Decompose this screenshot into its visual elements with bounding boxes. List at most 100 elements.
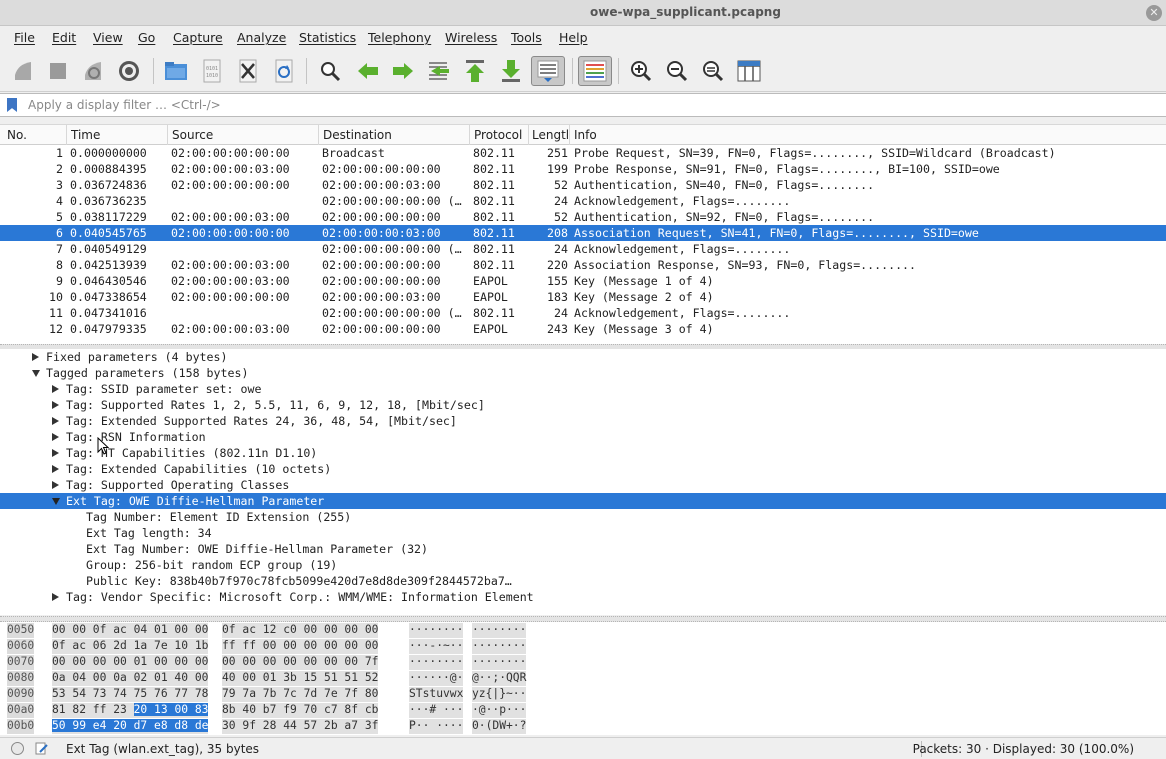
detail-tree-item[interactable]: Tag: HT Capabilities (802.11n D1.10) bbox=[0, 445, 1166, 461]
bytes-offset[interactable]: 0050 bbox=[7, 623, 35, 638]
go-to-first-packet-icon[interactable] bbox=[460, 56, 490, 86]
menu-edit[interactable]: Edit bbox=[52, 30, 76, 45]
detail-tree-item[interactable]: Tagged parameters (158 bytes) bbox=[0, 365, 1166, 381]
normal-size-icon[interactable] bbox=[698, 56, 728, 86]
packet-row[interactable]: 3 0.036724836 02:00:00:00:00:00 02:00:00:00… bbox=[0, 177, 1166, 193]
menu-view[interactable]: View bbox=[93, 30, 123, 45]
bytes-hex-group[interactable]: 0f ac 06 2d 1a 7e 10 1b bbox=[52, 639, 209, 654]
bytes-ascii-group[interactable]: yz{|}~·· bbox=[472, 687, 527, 702]
column-header-length[interactable]: Lengtl bbox=[532, 128, 568, 142]
bytes-hex-group[interactable]: 50 99 e4 20 d7 e8 d8 de bbox=[52, 719, 209, 734]
bytes-ascii-group[interactable]: ········ bbox=[472, 655, 527, 670]
expand-arrow-right-icon[interactable] bbox=[52, 401, 59, 409]
close-file-icon[interactable] bbox=[233, 56, 263, 86]
bytes-ascii-group[interactable]: ········ bbox=[472, 623, 527, 638]
bytes-hex-group[interactable]: 0f ac 12 c0 00 00 00 00 bbox=[222, 623, 379, 638]
menu-wireless[interactable]: Wireless bbox=[445, 30, 497, 45]
bytes-ascii-group[interactable]: ·@··p··· bbox=[472, 703, 527, 718]
detail-tree-item[interactable]: Tag: RSN Information bbox=[0, 429, 1166, 445]
bytes-offset[interactable]: 0080 bbox=[7, 671, 35, 686]
column-header-no[interactable]: No. bbox=[7, 128, 62, 142]
bytes-hex-group[interactable]: 79 7a 7b 7c 7d 7e 7f 80 bbox=[222, 687, 379, 702]
bytes-offset[interactable]: 0090 bbox=[7, 687, 35, 702]
menu-telephony[interactable]: Telephony bbox=[368, 30, 431, 45]
detail-tree-item[interactable]: Fixed parameters (4 bytes) bbox=[0, 349, 1166, 365]
menu-statistics[interactable]: Statistics bbox=[299, 30, 356, 45]
expand-arrow-right-icon[interactable] bbox=[52, 593, 59, 601]
bytes-ascii-group[interactable]: 0·(DW+·? bbox=[472, 719, 527, 734]
detail-tree-item[interactable]: Ext Tag length: 34 bbox=[0, 525, 1166, 541]
packet-row[interactable]: 9 0.046430546 02:00:00:00:03:00 02:00:00:00… bbox=[0, 273, 1166, 289]
packet-row[interactable]: 6 0.040545765 02:00:00:00:00:00 02:00:00:00… bbox=[0, 225, 1166, 241]
resize-columns-icon[interactable] bbox=[734, 56, 764, 86]
menu-go[interactable]: Go bbox=[138, 30, 155, 45]
packet-row[interactable]: 7 0.040549129 02:00:00:00:00:00 (… 802.11 24… bbox=[0, 241, 1166, 257]
expand-arrow-right-icon[interactable] bbox=[52, 481, 59, 489]
go-forward-icon[interactable] bbox=[388, 56, 418, 86]
expand-arrow-right-icon[interactable] bbox=[52, 417, 59, 425]
bytes-hex-group[interactable]: 8b 40 b7 f9 70 c7 8f cb bbox=[222, 703, 379, 718]
detail-tree-item[interactable]: Group: 256-bit random ECP group (19) bbox=[0, 557, 1166, 573]
go-to-last-packet-icon[interactable] bbox=[496, 56, 526, 86]
bytes-hex-group[interactable]: 53 54 73 74 75 76 77 78 bbox=[52, 687, 209, 702]
bytes-hex-group[interactable]: 81 82 ff 23 20 13 00 83 bbox=[52, 703, 209, 718]
menu-analyze[interactable]: Analyze bbox=[237, 30, 286, 45]
bytes-ascii-group[interactable]: ······@· bbox=[409, 671, 464, 686]
bytes-hex-group[interactable]: 30 9f 28 44 57 2b a7 3f bbox=[222, 719, 379, 734]
bytes-offset[interactable]: 0060 bbox=[7, 639, 35, 654]
detail-tree-item[interactable]: Tag: Supported Rates 1, 2, 5.5, 11, 6, 9… bbox=[0, 397, 1166, 413]
bytes-hex-group[interactable]: 00 00 0f ac 04 01 00 00 bbox=[52, 623, 209, 638]
bytes-ascii-group[interactable]: ········ bbox=[472, 639, 527, 654]
expand-arrow-right-icon[interactable] bbox=[32, 353, 39, 361]
detail-tree-item[interactable]: Tag: Vendor Specific: Microsoft Corp.: W… bbox=[0, 589, 1166, 605]
detail-tree-item[interactable]: Tag Number: Element ID Extension (255) bbox=[0, 509, 1166, 525]
bookmark-icon[interactable] bbox=[7, 98, 17, 112]
bytes-ascii-group[interactable]: STstuvwx bbox=[409, 687, 464, 702]
bytes-offset[interactable]: 00b0 bbox=[7, 719, 35, 734]
detail-tree-item[interactable]: Tag: SSID parameter set: owe bbox=[0, 381, 1166, 397]
bytes-hex-group[interactable]: ff ff 00 00 00 00 00 00 bbox=[222, 639, 379, 654]
start-capture-icon[interactable] bbox=[8, 56, 38, 86]
expand-arrow-right-icon[interactable] bbox=[52, 433, 59, 441]
detail-tree-item[interactable]: Tag: Extended Supported Rates 24, 36, 48… bbox=[0, 413, 1166, 429]
expand-arrow-right-icon[interactable] bbox=[52, 449, 59, 457]
menu-capture[interactable]: Capture bbox=[173, 30, 223, 45]
auto-scroll-icon[interactable] bbox=[531, 56, 565, 86]
go-to-packet-icon[interactable] bbox=[424, 56, 454, 86]
packet-row[interactable]: 8 0.042513939 02:00:00:00:03:00 02:00:00:00… bbox=[0, 257, 1166, 273]
detail-tree-item[interactable]: Public Key: 838b40b7f970c78fcb5099e420d7… bbox=[0, 573, 1166, 589]
detail-tree-item[interactable]: Tag: Supported Operating Classes bbox=[0, 477, 1166, 493]
stop-capture-icon[interactable] bbox=[43, 56, 73, 86]
bytes-ascii-group[interactable]: ········ bbox=[409, 623, 464, 638]
bytes-offset[interactable]: 00a0 bbox=[7, 703, 35, 718]
packet-row[interactable]: 11 0.047341016 02:00:00:00:00:00 (… 802.11 2… bbox=[0, 305, 1166, 321]
packet-row[interactable]: 1 0.000000000 02:00:00:00:00:00 Broadcast 80… bbox=[0, 145, 1166, 161]
reload-file-icon[interactable] bbox=[269, 56, 299, 86]
bytes-ascii-group[interactable]: ········ bbox=[409, 655, 464, 670]
menu-tools[interactable]: Tools bbox=[511, 30, 542, 45]
zoom-out-icon[interactable] bbox=[662, 56, 692, 86]
bytes-hex-group[interactable]: 0a 04 00 0a 02 01 40 00 bbox=[52, 671, 209, 686]
colorize-packet-list-icon[interactable] bbox=[578, 56, 612, 86]
display-filter-input[interactable]: Apply a display filter … <Ctrl-/> bbox=[28, 98, 221, 112]
column-header-info[interactable]: Info bbox=[574, 128, 774, 142]
go-back-icon[interactable] bbox=[353, 56, 383, 86]
expand-arrow-down-icon[interactable] bbox=[52, 498, 60, 505]
expert-info-icon[interactable] bbox=[11, 742, 24, 755]
capture-options-icon[interactable] bbox=[114, 56, 144, 86]
capture-comment-icon[interactable] bbox=[35, 742, 48, 755]
bytes-hex-group[interactable]: 40 00 01 3b 15 51 51 52 bbox=[222, 671, 379, 686]
packet-row[interactable]: 4 0.036736235 02:00:00:00:00:00 (… 802.11 24… bbox=[0, 193, 1166, 209]
bytes-ascii-group[interactable]: P·· ···· bbox=[409, 719, 464, 734]
packet-row[interactable]: 2 0.000884395 02:00:00:00:03:00 02:00:00:00… bbox=[0, 161, 1166, 177]
detail-tree-item[interactable]: Tag: Extended Capabilities (10 octets) bbox=[0, 461, 1166, 477]
restart-capture-icon[interactable] bbox=[78, 56, 108, 86]
bytes-ascii-group[interactable]: ···-·~·· bbox=[409, 639, 464, 654]
expand-arrow-right-icon[interactable] bbox=[52, 465, 59, 473]
packet-row[interactable]: 10 0.047338654 02:00:00:00:00:00 02:00:00:0… bbox=[0, 289, 1166, 305]
bytes-ascii-group[interactable]: @··;·QQR bbox=[472, 671, 527, 686]
close-window-icon[interactable]: ✕ bbox=[1146, 5, 1162, 21]
column-header-time[interactable]: Time bbox=[71, 128, 163, 142]
detail-tree-item[interactable]: Ext Tag Number: OWE Diffie-Hellman Param… bbox=[0, 541, 1166, 557]
bytes-offset[interactable]: 0070 bbox=[7, 655, 35, 670]
